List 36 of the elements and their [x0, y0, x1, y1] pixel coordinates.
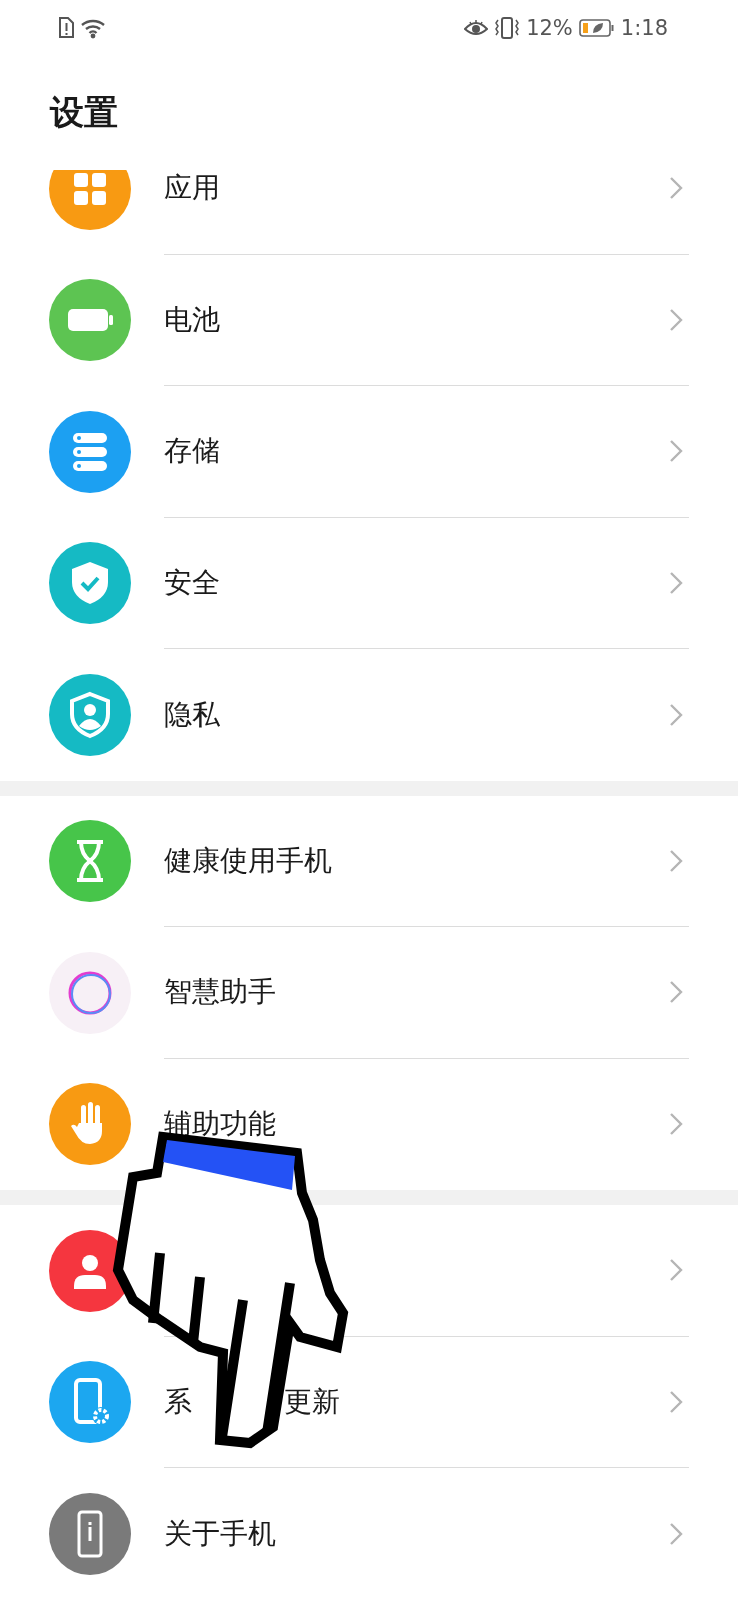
settings-row[interactable]: 智慧助手	[0, 927, 738, 1059]
security-icon	[49, 542, 131, 625]
battery-icon	[49, 279, 131, 362]
chevron-icon	[669, 1389, 683, 1414]
eye-icon	[464, 19, 489, 37]
settings-row[interactable]: 隐私	[0, 649, 738, 781]
chevron-icon	[669, 1112, 683, 1137]
chevron-icon	[669, 848, 683, 873]
assistant-icon	[49, 951, 131, 1034]
page-title: 设置	[50, 91, 118, 134]
settings-row[interactable]: 关于手机	[0, 1468, 738, 1600]
apps-icon	[49, 170, 131, 230]
system-icon	[49, 1361, 131, 1444]
chevron-icon	[669, 307, 683, 332]
settings-row[interactable]: 应用	[0, 170, 738, 255]
privacy-icon	[49, 673, 131, 756]
settings-row[interactable]: 电池	[0, 254, 738, 386]
storage-icon	[49, 410, 131, 493]
battery-icon	[578, 18, 615, 38]
about-icon	[49, 1492, 131, 1575]
chevron-icon	[669, 980, 683, 1005]
hand-icon	[49, 1083, 131, 1166]
settings-row[interactable]: 安全	[0, 517, 738, 649]
chevron-icon	[669, 439, 683, 464]
battery-percent: 12%	[526, 16, 573, 40]
vibrate-icon	[494, 16, 521, 40]
clock: 1:18	[620, 16, 668, 40]
chevron-icon	[669, 176, 683, 201]
chevron-icon	[669, 570, 683, 595]
settings-row[interactable]: 存储	[0, 386, 738, 518]
hourglass-icon	[49, 820, 131, 903]
settings-row[interactable]: 健康使用手机	[0, 795, 738, 927]
sim-alert-icon	[58, 17, 74, 39]
chevron-icon	[669, 1521, 683, 1546]
chevron-icon	[669, 702, 683, 727]
chevron-icon	[669, 1258, 683, 1283]
